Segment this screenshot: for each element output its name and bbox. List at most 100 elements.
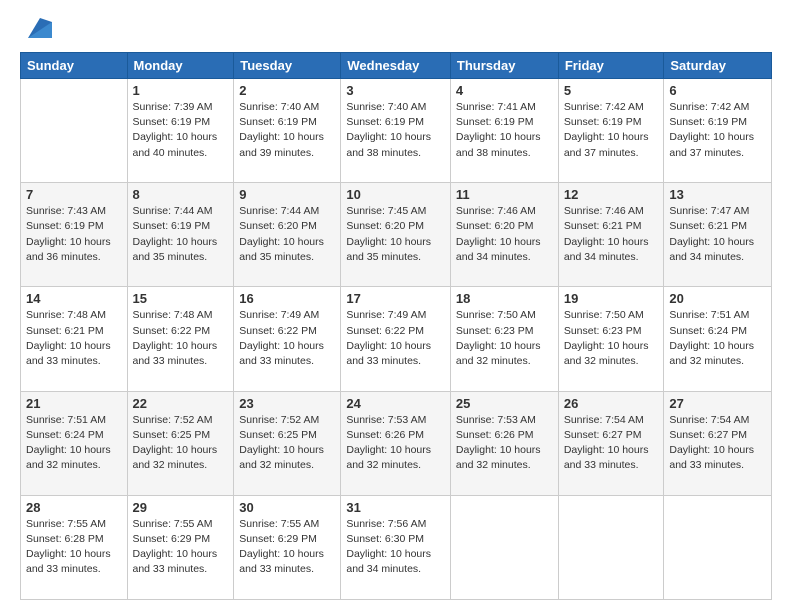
calendar-cell: 14 Sunrise: 7:48 AM Sunset: 6:21 PM Dayli…	[21, 287, 128, 391]
day-number: 6	[669, 83, 766, 98]
calendar-cell: 20Sunrise: 7:51 AM Sunset: 6:24 PM Dayli…	[664, 287, 772, 391]
calendar-cell: 24 Sunrise: 7:53 AM Sunset: 6:26 PM Dayli…	[341, 391, 451, 495]
calendar-page: SundayMondayTuesdayWednesdayThursdayFrid…	[0, 0, 792, 612]
day-info: Sunrise: 7:54 AM Sunset: 6:27 PM Dayligh…	[564, 413, 659, 474]
calendar-cell: 3 Sunrise: 7:40 AM Sunset: 6:19 PM Daylig…	[341, 79, 451, 183]
day-info: Sunrise: 7:39 AM Sunset: 6:19 PM Dayligh…	[133, 100, 229, 161]
day-info: Sunrise: 7:42 AM Sunset: 6:19 PM Dayligh…	[669, 100, 766, 161]
day-info: Sunrise: 7:48 AM Sunset: 6:21 PM Dayligh…	[26, 308, 122, 369]
day-number: 12	[564, 187, 659, 202]
day-number: 18	[456, 291, 553, 306]
calendar-cell: 21Sunrise: 7:51 AM Sunset: 6:24 PM Dayli…	[21, 391, 128, 495]
weekday-tuesday: Tuesday	[234, 53, 341, 79]
weekday-thursday: Thursday	[450, 53, 558, 79]
week-row-3: 14 Sunrise: 7:48 AM Sunset: 6:21 PM Dayli…	[21, 287, 772, 391]
day-info: Sunrise: 7:45 AM Sunset: 6:20 PM Dayligh…	[346, 204, 445, 265]
day-info: Sunrise: 7:40 AM Sunset: 6:19 PM Dayligh…	[346, 100, 445, 161]
day-number: 5	[564, 83, 659, 98]
day-info: Sunrise: 7:49 AM Sunset: 6:22 PM Dayligh…	[239, 308, 335, 369]
calendar-table: SundayMondayTuesdayWednesdayThursdayFrid…	[20, 52, 772, 600]
calendar-cell: 26 Sunrise: 7:54 AM Sunset: 6:27 PM Dayli…	[558, 391, 664, 495]
day-number: 27	[669, 396, 766, 411]
day-info: Sunrise: 7:52 AM Sunset: 6:25 PM Dayligh…	[239, 413, 335, 474]
day-info: Sunrise: 7:43 AM Sunset: 6:19 PM Dayligh…	[26, 204, 122, 265]
day-number: 8	[133, 187, 229, 202]
day-info: Sunrise: 7:40 AM Sunset: 6:19 PM Dayligh…	[239, 100, 335, 161]
day-number: 4	[456, 83, 553, 98]
calendar-cell: 15 Sunrise: 7:48 AM Sunset: 6:22 PM Dayli…	[127, 287, 234, 391]
day-info: Sunrise: 7:46 AM Sunset: 6:20 PM Dayligh…	[456, 204, 553, 265]
day-number: 2	[239, 83, 335, 98]
day-info: Sunrise: 7:56 AM Sunset: 6:30 PM Dayligh…	[346, 517, 445, 578]
day-number: 1	[133, 83, 229, 98]
calendar-cell: 7 Sunrise: 7:43 AM Sunset: 6:19 PM Daylig…	[21, 183, 128, 287]
day-number: 16	[239, 291, 335, 306]
week-row-1: 1 Sunrise: 7:39 AM Sunset: 6:19 PM Daylig…	[21, 79, 772, 183]
day-info: Sunrise: 7:49 AM Sunset: 6:22 PM Dayligh…	[346, 308, 445, 369]
weekday-friday: Friday	[558, 53, 664, 79]
day-number: 3	[346, 83, 445, 98]
day-number: 14	[26, 291, 122, 306]
calendar-cell: 31 Sunrise: 7:56 AM Sunset: 6:30 PM Dayli…	[341, 495, 451, 599]
weekday-monday: Monday	[127, 53, 234, 79]
calendar-cell	[558, 495, 664, 599]
calendar-cell: 30 Sunrise: 7:55 AM Sunset: 6:29 PM Dayli…	[234, 495, 341, 599]
day-info: Sunrise: 7:50 AM Sunset: 6:23 PM Dayligh…	[456, 308, 553, 369]
day-info: Sunrise: 7:46 AM Sunset: 6:21 PM Dayligh…	[564, 204, 659, 265]
weekday-sunday: Sunday	[21, 53, 128, 79]
calendar-cell: 13Sunrise: 7:47 AM Sunset: 6:21 PM Dayli…	[664, 183, 772, 287]
calendar-cell: 10 Sunrise: 7:45 AM Sunset: 6:20 PM Dayli…	[341, 183, 451, 287]
day-number: 23	[239, 396, 335, 411]
day-info: Sunrise: 7:54 AM Sunset: 6:27 PM Dayligh…	[669, 413, 766, 474]
weekday-saturday: Saturday	[664, 53, 772, 79]
calendar-cell: 23 Sunrise: 7:52 AM Sunset: 6:25 PM Dayli…	[234, 391, 341, 495]
day-number: 24	[346, 396, 445, 411]
day-info: Sunrise: 7:55 AM Sunset: 6:28 PM Dayligh…	[26, 517, 122, 578]
calendar-cell: 9 Sunrise: 7:44 AM Sunset: 6:20 PM Daylig…	[234, 183, 341, 287]
weekday-header-row: SundayMondayTuesdayWednesdayThursdayFrid…	[21, 53, 772, 79]
header	[20, 18, 772, 42]
day-number: 19	[564, 291, 659, 306]
calendar-cell: 1 Sunrise: 7:39 AM Sunset: 6:19 PM Daylig…	[127, 79, 234, 183]
calendar-cell: 25Sunrise: 7:53 AM Sunset: 6:26 PM Dayli…	[450, 391, 558, 495]
day-number: 9	[239, 187, 335, 202]
day-number: 7	[26, 187, 122, 202]
day-info: Sunrise: 7:44 AM Sunset: 6:19 PM Dayligh…	[133, 204, 229, 265]
calendar-cell: 18 Sunrise: 7:50 AM Sunset: 6:23 PM Dayli…	[450, 287, 558, 391]
day-info: Sunrise: 7:53 AM Sunset: 6:26 PM Dayligh…	[346, 413, 445, 474]
calendar-cell: 16 Sunrise: 7:49 AM Sunset: 6:22 PM Dayli…	[234, 287, 341, 391]
day-info: Sunrise: 7:42 AM Sunset: 6:19 PM Dayligh…	[564, 100, 659, 161]
day-info: Sunrise: 7:51 AM Sunset: 6:24 PM Dayligh…	[669, 308, 766, 369]
day-number: 17	[346, 291, 445, 306]
day-info: Sunrise: 7:50 AM Sunset: 6:23 PM Dayligh…	[564, 308, 659, 369]
day-number: 10	[346, 187, 445, 202]
logo	[20, 18, 52, 42]
logo-icon	[24, 14, 52, 42]
day-number: 29	[133, 500, 229, 515]
calendar-cell: 29Sunrise: 7:55 AM Sunset: 6:29 PM Dayli…	[127, 495, 234, 599]
calendar-cell: 5 Sunrise: 7:42 AM Sunset: 6:19 PM Daylig…	[558, 79, 664, 183]
day-info: Sunrise: 7:41 AM Sunset: 6:19 PM Dayligh…	[456, 100, 553, 161]
calendar-cell: 28Sunrise: 7:55 AM Sunset: 6:28 PM Dayli…	[21, 495, 128, 599]
day-info: Sunrise: 7:51 AM Sunset: 6:24 PM Dayligh…	[26, 413, 122, 474]
day-info: Sunrise: 7:48 AM Sunset: 6:22 PM Dayligh…	[133, 308, 229, 369]
week-row-4: 21Sunrise: 7:51 AM Sunset: 6:24 PM Dayli…	[21, 391, 772, 495]
day-info: Sunrise: 7:53 AM Sunset: 6:26 PM Dayligh…	[456, 413, 553, 474]
day-number: 22	[133, 396, 229, 411]
week-row-2: 7 Sunrise: 7:43 AM Sunset: 6:19 PM Daylig…	[21, 183, 772, 287]
calendar-cell: 2 Sunrise: 7:40 AM Sunset: 6:19 PM Daylig…	[234, 79, 341, 183]
calendar-cell	[664, 495, 772, 599]
weekday-wednesday: Wednesday	[341, 53, 451, 79]
calendar-cell	[450, 495, 558, 599]
day-number: 11	[456, 187, 553, 202]
day-info: Sunrise: 7:44 AM Sunset: 6:20 PM Dayligh…	[239, 204, 335, 265]
day-number: 26	[564, 396, 659, 411]
day-number: 15	[133, 291, 229, 306]
day-number: 30	[239, 500, 335, 515]
calendar-cell: 22Sunrise: 7:52 AM Sunset: 6:25 PM Dayli…	[127, 391, 234, 495]
calendar-cell	[21, 79, 128, 183]
day-number: 31	[346, 500, 445, 515]
calendar-cell: 19 Sunrise: 7:50 AM Sunset: 6:23 PM Dayli…	[558, 287, 664, 391]
calendar-cell: 17 Sunrise: 7:49 AM Sunset: 6:22 PM Dayli…	[341, 287, 451, 391]
day-info: Sunrise: 7:55 AM Sunset: 6:29 PM Dayligh…	[239, 517, 335, 578]
